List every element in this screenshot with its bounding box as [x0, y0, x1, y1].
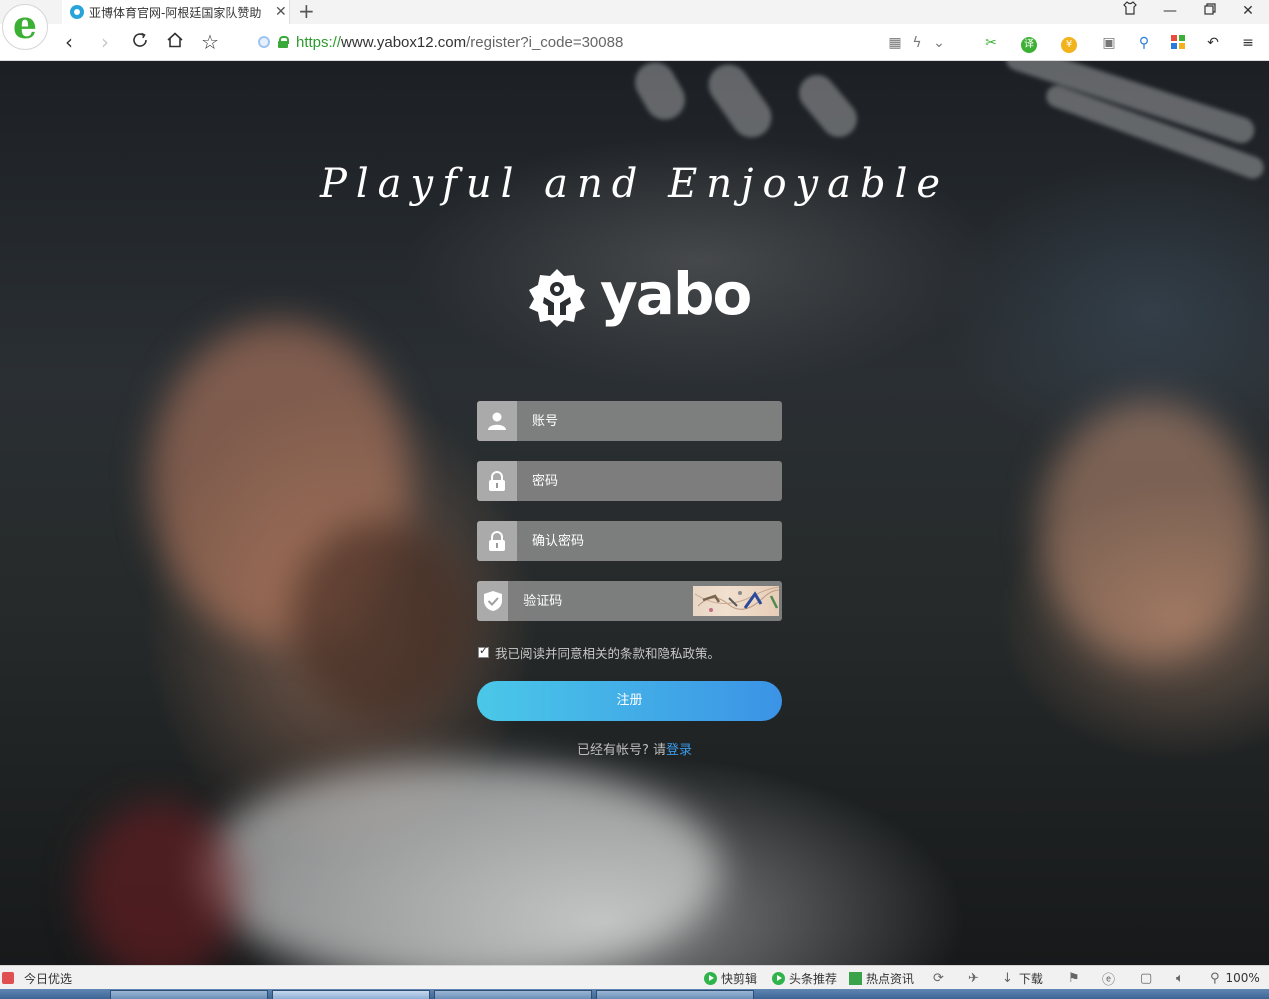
address-bar[interactable]: https://www.yabox12.com/register?i_code=…	[254, 30, 954, 54]
daily-picks-label: 今日优选	[24, 971, 73, 986]
page-viewport: Playful and Enjoyable yabo 账号 验证码 ✓ 我已阅读…	[0, 61, 1269, 965]
os-taskbar	[0, 989, 1269, 999]
download-icon: ↓	[1002, 970, 1013, 986]
login-prompt: 已经有帐号? 请登录	[0, 739, 1269, 758]
lock-icon	[477, 461, 517, 501]
download-item[interactable]: ↓ 下载	[1002, 969, 1043, 987]
user-icon	[477, 401, 517, 441]
close-window-icon[interactable]: ✕	[1228, 0, 1268, 24]
pin-icon[interactable]: ✈	[968, 969, 979, 987]
play-icon	[704, 971, 717, 985]
bg-light-stripe	[700, 61, 780, 146]
browser-toolbar: ‹ › ☆ https://www.yabox12.com/register?i…	[0, 24, 1269, 61]
zoom-icon: ⚲	[1210, 970, 1220, 986]
taskbar-button[interactable]	[110, 990, 268, 999]
yabo-wordmark: yabo	[600, 260, 752, 328]
undo-icon[interactable]: ↶	[1200, 34, 1226, 52]
tab-active[interactable]: 亚博体育官网-阿根廷国家队赞助 ✕	[62, 0, 290, 24]
account-input[interactable]	[517, 401, 782, 441]
taskbar-button[interactable]	[596, 990, 754, 999]
news-icon	[849, 971, 862, 985]
taskbar-button-active[interactable]	[272, 990, 430, 999]
password-field	[477, 461, 782, 501]
restore-icon[interactable]	[1190, 0, 1230, 24]
tab-close-icon[interactable]: ✕	[275, 4, 287, 20]
back-icon[interactable]: ‹	[56, 29, 82, 55]
daily-picks-item[interactable]: 今日优选	[2, 969, 72, 987]
site-favicon-icon	[70, 5, 84, 19]
yabo-logo-mark-icon	[529, 269, 585, 327]
qrcode-icon[interactable]: ▦	[888, 34, 902, 52]
image-icon[interactable]: ▣	[1096, 34, 1122, 52]
bg-shirt-blur	[200, 761, 720, 965]
bg-hand-blur	[1040, 401, 1260, 661]
agree-text: 我已阅读并同意相关的条款和隐私政策。	[495, 646, 721, 661]
flag-icon[interactable]: ⚑	[1068, 969, 1080, 987]
login-prompt-text: 已经有帐号? 请	[576, 743, 667, 758]
zoom-item[interactable]: ⚲ 100%	[1210, 969, 1260, 987]
browser-logo[interactable]: e	[2, 4, 48, 50]
lock-icon	[477, 521, 517, 561]
statusbar-item-kuaijianji[interactable]: 快剪辑	[704, 969, 757, 987]
shield-icon	[477, 581, 509, 621]
lock-icon	[278, 36, 289, 48]
bg-beard-blur	[290, 521, 470, 721]
confirm-password-field	[477, 521, 782, 561]
url-text[interactable]: https://www.yabox12.com/register?i_code=…	[296, 34, 623, 51]
new-tab-button[interactable]: +	[298, 0, 315, 22]
chevron-down-icon[interactable]: ⌄	[932, 34, 946, 52]
play-icon	[772, 971, 785, 985]
shirt-icon[interactable]	[1110, 0, 1150, 24]
tab-bar: 亚博体育官网-阿根廷国家队赞助 ✕ + — ✕	[0, 0, 1269, 24]
statusbar-item-toutiao[interactable]: 头条推荐	[772, 969, 837, 987]
start-button[interactable]	[0, 989, 100, 999]
coin-icon[interactable]: ¥	[1056, 34, 1082, 53]
agree-row: 我已阅读并同意相关的条款和隐私政策。	[478, 643, 720, 662]
account-field	[477, 401, 782, 441]
lightning-icon[interactable]: ϟ	[910, 34, 924, 52]
favorite-star-icon[interactable]: ☆	[197, 29, 223, 55]
window-icon[interactable]: ▢	[1140, 969, 1152, 987]
register-button[interactable]: 注册	[477, 681, 782, 721]
translate-icon[interactable]: 译	[1016, 34, 1042, 53]
gift-icon	[2, 972, 14, 984]
captcha-image[interactable]	[693, 586, 779, 616]
agree-checkbox[interactable]	[478, 644, 489, 658]
tagline: Playful and Enjoyable	[319, 161, 950, 207]
password-input[interactable]	[517, 461, 782, 501]
volume-icon[interactable]: 🔈︎	[1176, 969, 1184, 987]
yabo-logo: yabo	[526, 260, 752, 330]
apps-grid-icon[interactable]	[1168, 34, 1188, 52]
refresh-icon[interactable]	[127, 29, 153, 55]
menu-icon[interactable]: ≡	[1238, 34, 1258, 52]
captcha-field	[477, 581, 782, 621]
minimize-icon[interactable]: —	[1150, 0, 1190, 24]
scissors-icon[interactable]: ✂	[978, 34, 1004, 52]
ie-icon[interactable]: ⓔ	[1102, 969, 1115, 988]
confirm-password-input[interactable]	[517, 521, 782, 561]
statusbar-item-news[interactable]: 热点资讯	[849, 969, 914, 987]
bg-light-stripe	[627, 61, 693, 127]
captcha-input[interactable]	[508, 581, 694, 621]
search-icon[interactable]: ⚲	[1134, 34, 1154, 52]
home-icon[interactable]	[162, 29, 188, 55]
speed-icon[interactable]: ⟳	[933, 969, 944, 987]
bg-shirt-stripe-blur	[80, 801, 240, 965]
site-info-icon[interactable]	[258, 36, 270, 48]
forward-icon[interactable]: ›	[92, 29, 118, 55]
tab-title: 亚博体育官网-阿根廷国家队赞助	[89, 5, 262, 20]
bg-light-stripe	[791, 67, 865, 145]
status-bar: 今日优选 快剪辑 头条推荐 热点资讯 ⟳ ✈ ↓ 下载 ⚑ ⓔ ▢ 🔈︎ ⚲ 1…	[0, 965, 1269, 989]
login-link[interactable]: 登录	[666, 743, 692, 758]
taskbar-button[interactable]	[434, 990, 592, 999]
